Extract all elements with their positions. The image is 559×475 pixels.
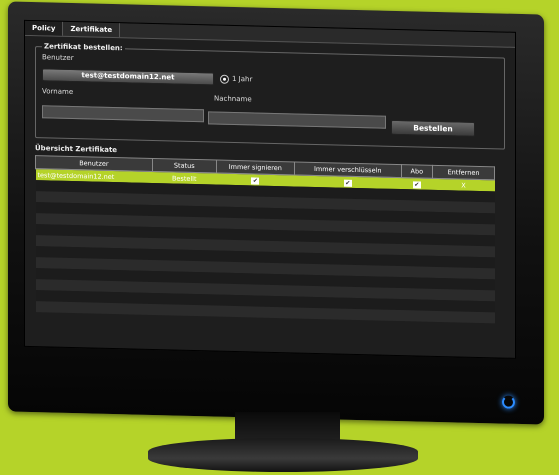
power-icon[interactable]: [502, 395, 515, 409]
abo-checkbox[interactable]: ✔: [412, 180, 421, 189]
sign-checkbox[interactable]: ✔: [251, 176, 260, 185]
col-abo[interactable]: Abo: [401, 164, 433, 179]
monitor-stand-base: [148, 438, 418, 472]
lastname-field[interactable]: [208, 111, 386, 129]
user-label: Benutzer: [42, 53, 74, 63]
certificates-table: Benutzer Status Immer signieren Immer ve…: [35, 155, 495, 324]
duration-option-label: 1 Jahr: [232, 74, 253, 84]
monitor-frame: Policy Zertifikate Zertifikat bestellen:…: [8, 1, 544, 425]
user-select-button[interactable]: test@testdomain12.net: [42, 68, 214, 86]
tab-zertifikate[interactable]: Zertifikate: [63, 21, 121, 38]
screen: Policy Zertifikate Zertifikat bestellen:…: [24, 19, 516, 359]
order-button[interactable]: Bestellen: [391, 119, 475, 137]
tab-policy[interactable]: Policy: [25, 20, 64, 36]
order-group-legend: Zertifikat bestellen:: [42, 42, 125, 53]
firstname-label: Vorname: [42, 87, 74, 97]
order-certificate-group: Zertifikat bestellen: Benutzer test@test…: [35, 42, 505, 150]
lastname-label: Nachname: [214, 94, 252, 104]
main-content: Zertifikat bestellen: Benutzer test@test…: [25, 36, 515, 356]
encrypt-checkbox[interactable]: ✔: [343, 179, 352, 187]
firstname-field[interactable]: [42, 105, 204, 123]
duration-radio[interactable]: [220, 74, 229, 84]
